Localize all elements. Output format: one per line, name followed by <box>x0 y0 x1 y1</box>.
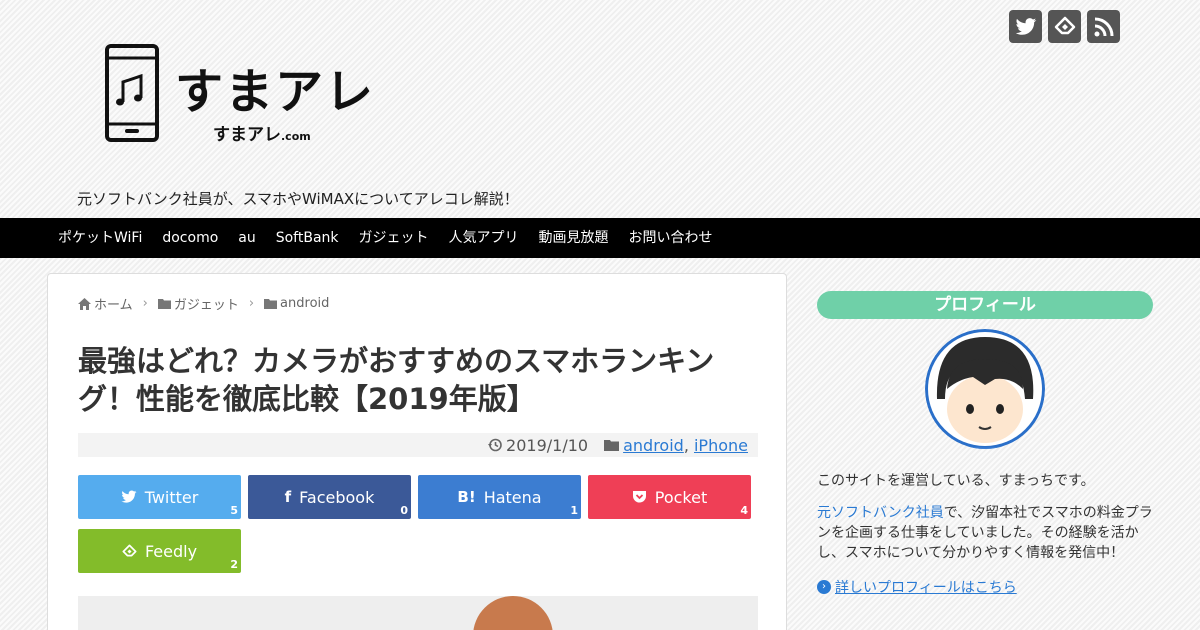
hatena-share-button[interactable]: B! Hatena 1 <box>418 475 581 519</box>
profile-intro: このサイトを運営している、すまっちです。 <box>817 473 1095 489</box>
profile-heading: プロフィール <box>817 291 1153 319</box>
feedly-icon <box>1054 16 1075 34</box>
phone-music-icon <box>105 44 159 142</box>
twitter-share-label: Twitter <box>144 487 199 507</box>
logo-title: すまアレ <box>175 64 376 120</box>
sidebar-profile: プロフィール このサイトを運営している、すまっちです。 元ソフトバンク社員で、汐… <box>817 291 1153 596</box>
facebook-share-label: Facebook <box>299 487 375 507</box>
nav-item-softbank[interactable]: SoftBank <box>266 218 349 258</box>
feedly-share-label: Feedly <box>144 541 198 561</box>
hatena-share-count: 1 <box>570 504 578 517</box>
pocket-share-count: 4 <box>740 504 748 517</box>
facebook-share-count: 0 <box>400 504 408 517</box>
profile-bio: 元ソフトバンク社員で、汐留本社でスマホの料金プランを企画する仕事をしていました。… <box>817 505 1153 561</box>
facebook-icon: f <box>284 488 292 506</box>
hatena-share-label: Hatena <box>483 487 542 507</box>
profile-more-link[interactable]: › 詳しいプロフィールはこちら <box>817 577 1017 597</box>
global-nav: ポケットWiFi docomo au SoftBank ガジェット 人気アプリ … <box>0 218 1200 258</box>
article-card: ホーム › ガジェット › android 最強はどれ？カメラがおすすめのスマホ… <box>47 273 787 630</box>
nav-item-video-streaming[interactable]: 動画見放題 <box>529 218 619 258</box>
folder-icon <box>264 299 278 309</box>
twitter-share-button[interactable]: Twitter 5 <box>78 475 241 519</box>
nav-item-gadget[interactable]: ガジェット <box>349 218 439 258</box>
nav-item-pocket-wifi[interactable]: ポケットWiFi <box>48 218 152 258</box>
feedly-icon <box>122 544 137 556</box>
category-link-android[interactable]: android <box>623 436 684 455</box>
chevron-right-icon: › <box>248 296 255 311</box>
social-follow-buttons <box>1009 10 1120 43</box>
nav-item-au[interactable]: au <box>228 218 265 258</box>
nav-item-contact[interactable]: お問い合わせ <box>619 218 723 258</box>
breadcrumb: ホーム › ガジェット › android <box>78 294 329 313</box>
breadcrumb-android[interactable]: android <box>280 296 329 311</box>
post-date: 2019/1/10 <box>506 435 589 455</box>
category-link-iphone[interactable]: iPhone <box>694 436 748 455</box>
hatena-bookmark-icon: B! <box>457 488 476 506</box>
profile-bio-link[interactable]: 元ソフトバンク社員 <box>817 505 944 521</box>
chevron-circle-right-icon: › <box>817 580 831 594</box>
pocket-share-button[interactable]: Pocket 4 <box>588 475 751 519</box>
feedly-share-button[interactable]: Feedly 2 <box>78 529 241 573</box>
chevron-right-icon: › <box>142 296 148 311</box>
avatar <box>925 329 1045 449</box>
nav-item-docomo[interactable]: docomo <box>152 218 228 258</box>
twitter-icon <box>121 490 137 503</box>
breadcrumb-gadget[interactable]: ガジェット <box>174 294 239 313</box>
pocket-icon <box>632 491 646 503</box>
feedly-follow-button[interactable] <box>1048 10 1081 43</box>
site-tagline: 元ソフトバンク社員が、スマホやWiMAXについてアレコレ解説！ <box>77 190 519 208</box>
site-header: すまアレ すまアレ.com 元ソフトバンク社員が、スマホやWiMAXについてアレ… <box>0 0 1200 218</box>
twitter-share-count: 5 <box>230 504 238 517</box>
home-icon <box>78 297 91 310</box>
article-meta: 2019/1/10 android, iPhone <box>78 433 758 457</box>
feedly-share-count: 2 <box>230 558 238 571</box>
nav-item-popular-apps[interactable]: 人気アプリ <box>439 218 529 258</box>
twitter-icon <box>1015 17 1036 35</box>
logo-subtitle: すまアレ.com <box>213 125 311 145</box>
breadcrumb-home[interactable]: ホーム <box>94 294 133 313</box>
history-icon <box>488 438 502 452</box>
site-logo[interactable]: すまアレ すまアレ.com <box>105 44 375 145</box>
eyecatch-image <box>78 596 758 630</box>
rss-follow-button[interactable] <box>1087 10 1120 43</box>
facebook-share-button[interactable]: f Facebook 0 <box>248 475 411 519</box>
rss-icon <box>1094 17 1113 36</box>
folder-icon <box>157 299 171 309</box>
profile-more-label: 詳しいプロフィールはこちら <box>835 580 1017 596</box>
article-title: 最強はどれ？カメラがおすすめのスマホランキング！性能を徹底比較【2019年版】 <box>78 344 715 416</box>
folder-icon <box>604 440 620 451</box>
category-separator: , <box>683 435 694 455</box>
person-hair-graphic <box>473 596 553 630</box>
pocket-share-label: Pocket <box>654 487 708 507</box>
twitter-follow-button[interactable] <box>1009 10 1042 43</box>
